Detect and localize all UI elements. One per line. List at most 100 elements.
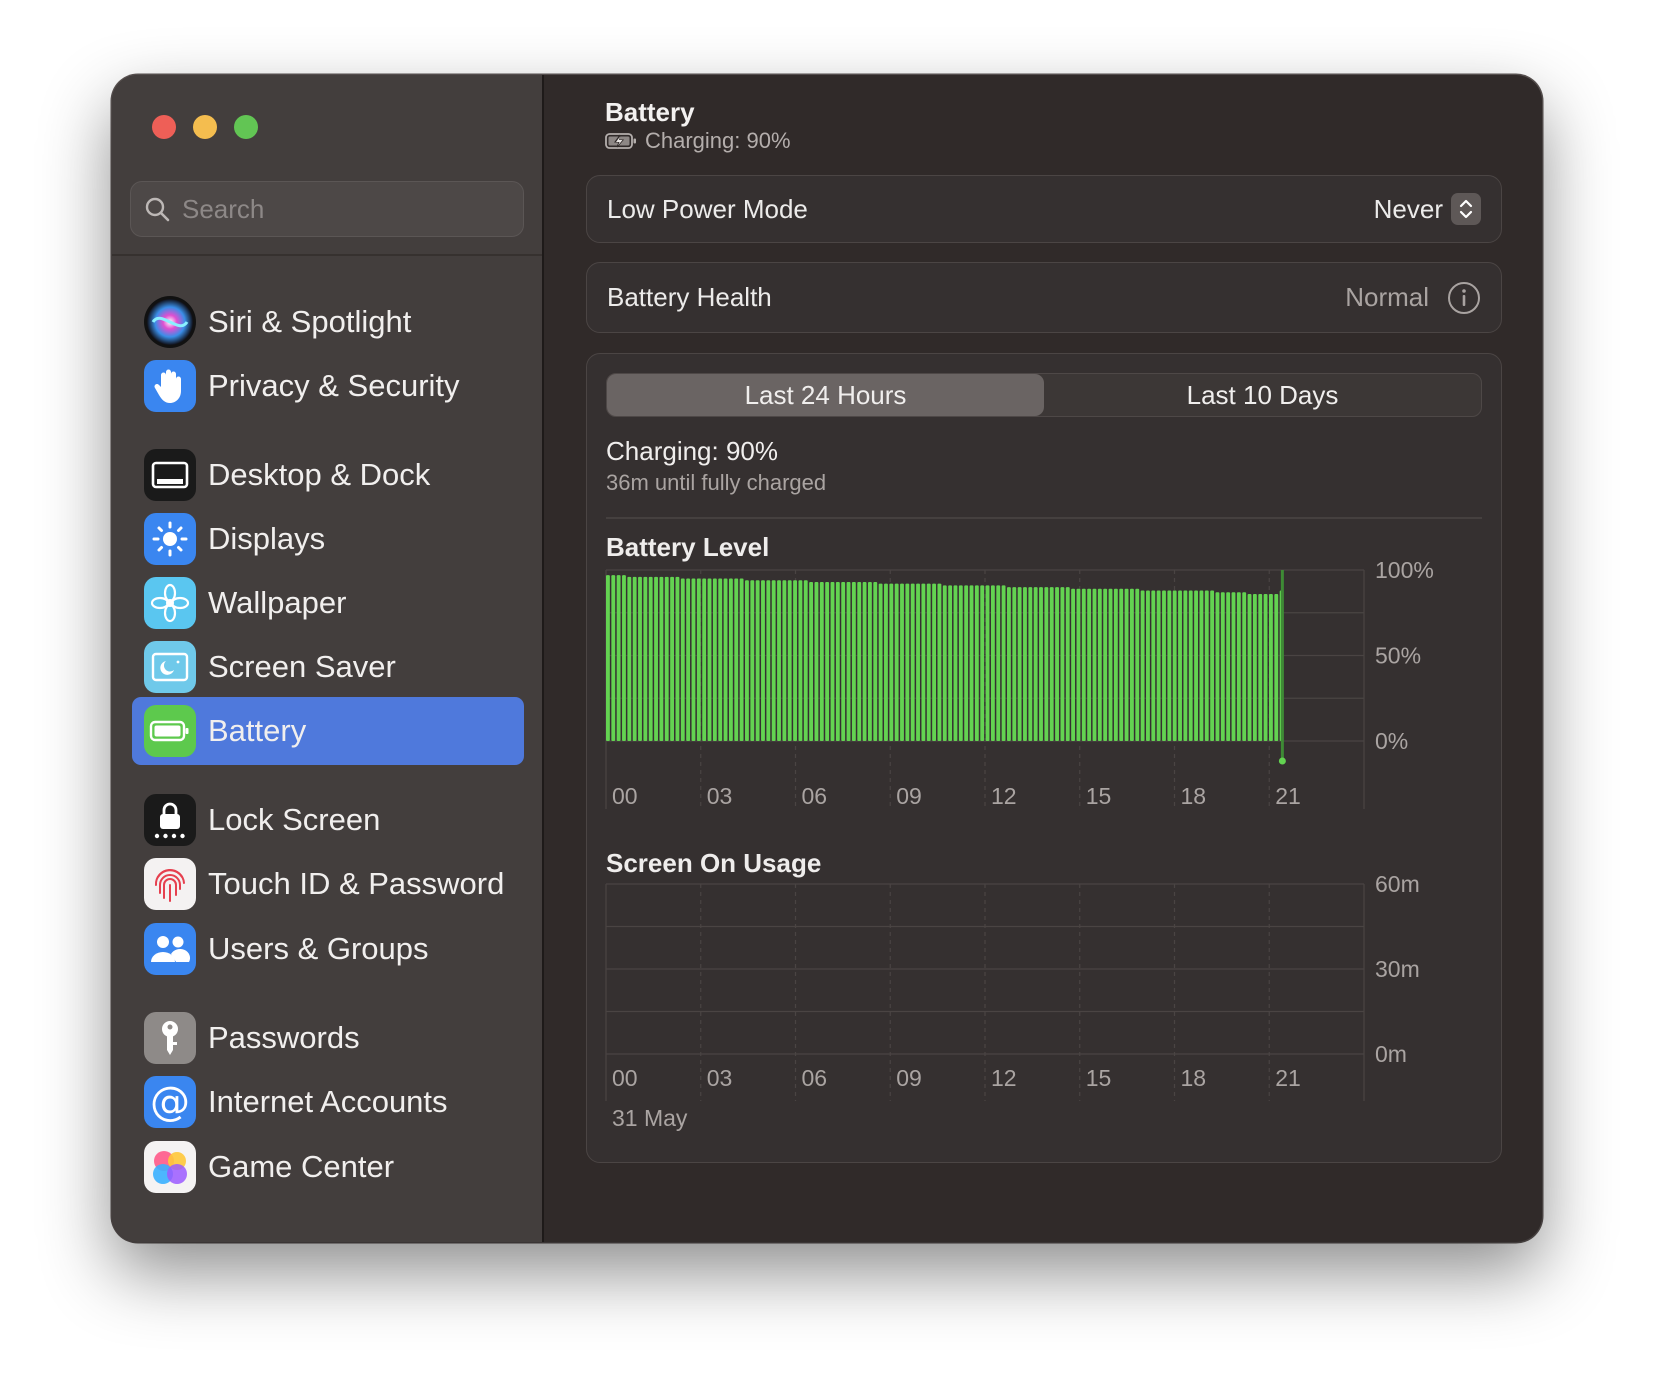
battery-level-bar [1012, 587, 1017, 741]
at-icon: @ [144, 1076, 196, 1128]
battery-level-bar [1151, 590, 1156, 741]
low-power-mode-select[interactable]: Never [1374, 193, 1481, 225]
search-input[interactable] [180, 192, 504, 226]
tab-last-24-hours[interactable]: Last 24 Hours [607, 374, 1044, 416]
battery-level-bar [841, 581, 846, 741]
battery-level-bar [712, 578, 717, 741]
sidebar-item-label: Internet Accounts [208, 1084, 448, 1119]
low-power-mode-value: Never [1373, 193, 1443, 224]
battery-level-bar [761, 580, 765, 741]
battery-level-bar [932, 583, 937, 741]
battery-x-tick-label: 06 [802, 783, 828, 809]
screen-on-usage-chart: 00 03 06 09 12 15 18 21 60m 30m 0m 31 May [605, 874, 1420, 1131]
charging-indicator-dot [1278, 757, 1286, 765]
battery-level-bar [734, 578, 739, 741]
sidebar-item-users-groups[interactable]: Users & Groups [132, 915, 524, 983]
battery-level-bar [728, 578, 733, 741]
battery-level-chart: 00 03 06 09 12 15 18 21 100% 50% 0% [605, 559, 1434, 809]
sidebar-item-lock-screen[interactable]: Lock Screen [132, 786, 524, 854]
battery-x-tick-label: 00 [612, 783, 638, 809]
battery-level-bar [884, 583, 888, 741]
search-field[interactable] [130, 181, 524, 237]
sidebar-item-touch-id-password[interactable]: Touch ID & Password [132, 850, 524, 918]
info-icon[interactable] [1447, 281, 1481, 315]
battery-level-bar [1236, 592, 1241, 741]
battery-icon [144, 705, 196, 757]
battery-level-bar [1140, 590, 1145, 741]
sidebar-item-battery[interactable]: Battery [132, 697, 524, 765]
battery-level-bar [1252, 593, 1257, 741]
header-status: Charging: 90% [605, 128, 791, 154]
sidebar-item-privacy-security[interactable]: Privacy & Security [132, 352, 524, 420]
battery-charging-icon [605, 133, 636, 149]
sidebar-item-displays[interactable]: Displays [132, 505, 524, 573]
minimize-window-button[interactable] [193, 115, 217, 139]
battery-level-bar [937, 583, 942, 741]
sidebar: Siri & Spotlight Privacy & Security [112, 75, 544, 1242]
battery-level-bar [1055, 587, 1059, 741]
battery-level-bar [878, 583, 883, 741]
zoom-window-button[interactable] [234, 115, 258, 139]
sidebar-item-label: Users & Groups [208, 931, 429, 966]
sidebar-item-label: Siri & Spotlight [208, 304, 412, 339]
usage-x-tick-label: 18 [1181, 1065, 1207, 1091]
battery-level-bar [1215, 592, 1220, 741]
battery-level-bar [835, 581, 840, 741]
divider [606, 517, 1482, 519]
battery-level-bar [745, 580, 749, 741]
battery-level-bar [1242, 592, 1247, 741]
battery-level-bar [1065, 587, 1070, 741]
tab-last-10-days[interactable]: Last 10 Days [1044, 374, 1481, 416]
usage-x-tick-label: 00 [612, 1065, 638, 1091]
battery-level-bar [1274, 593, 1279, 741]
battery-level-bar [814, 581, 819, 741]
battery-level-bar [691, 578, 696, 741]
screen-saver-icon [144, 641, 196, 693]
battery-level-bar [990, 585, 995, 741]
usage-x-tick-label: 09 [896, 1065, 922, 1091]
sidebar-item-passwords[interactable]: Passwords [132, 1004, 524, 1072]
battery-level-bar [825, 581, 830, 741]
battery-level-bar [1060, 587, 1065, 741]
sidebar-item-screen-saver[interactable]: Screen Saver [132, 633, 524, 701]
battery-level-bar [777, 580, 781, 741]
sidebar-item-desktop-dock[interactable]: Desktop & Dock [132, 441, 524, 509]
battery-level-bar [606, 575, 610, 741]
close-window-button[interactable] [152, 115, 176, 139]
battery-x-tick-label: 12 [991, 783, 1017, 809]
battery-level-bar [964, 585, 969, 741]
battery-y-tick-label: 100% [1375, 559, 1434, 583]
battery-level-bar [1071, 588, 1076, 741]
battery-level-bar [664, 576, 669, 741]
battery-level-bar [1220, 592, 1225, 741]
battery-level-bar [889, 583, 894, 741]
battery-health-status: Normal [1345, 281, 1481, 315]
battery-level-bar [985, 585, 990, 741]
sidebar-item-label: Game Center [208, 1149, 395, 1184]
sidebar-item-wallpaper[interactable]: Wallpaper [132, 569, 524, 637]
battery-level-bar [1039, 587, 1043, 741]
battery-level-bar [851, 581, 856, 741]
battery-pane: Battery Charging: 90% Low Power Mode Nev… [544, 75, 1542, 1242]
usage-y-tick-label: 60m [1375, 874, 1420, 897]
battery-level-bar [766, 580, 771, 741]
sidebar-item-game-center[interactable]: Game Center [132, 1133, 524, 1201]
chevron-up-down-icon [1451, 193, 1481, 225]
low-power-mode-row: Low Power Mode Never [586, 175, 1502, 243]
battery-level-bar [910, 583, 915, 741]
usage-x-tick-label: 21 [1275, 1065, 1301, 1091]
battery-level-bar [1231, 592, 1236, 741]
window-controls [152, 115, 258, 139]
battery-level-bar [675, 576, 680, 741]
battery-level-bar [1162, 590, 1166, 741]
battery-level-bar [819, 581, 824, 741]
battery-level-bar [974, 585, 979, 741]
battery-level-bar [782, 580, 787, 741]
battery-level-bar [787, 580, 792, 741]
battery-level-bar [1108, 588, 1113, 741]
battery-level-bar [1156, 590, 1161, 741]
sidebar-item-siri-spotlight[interactable]: Siri & Spotlight [132, 288, 524, 356]
sidebar-item-internet-accounts[interactable]: @ Internet Accounts [132, 1068, 524, 1136]
battery-level-bar [1199, 590, 1204, 741]
battery-level-bar [739, 578, 744, 741]
